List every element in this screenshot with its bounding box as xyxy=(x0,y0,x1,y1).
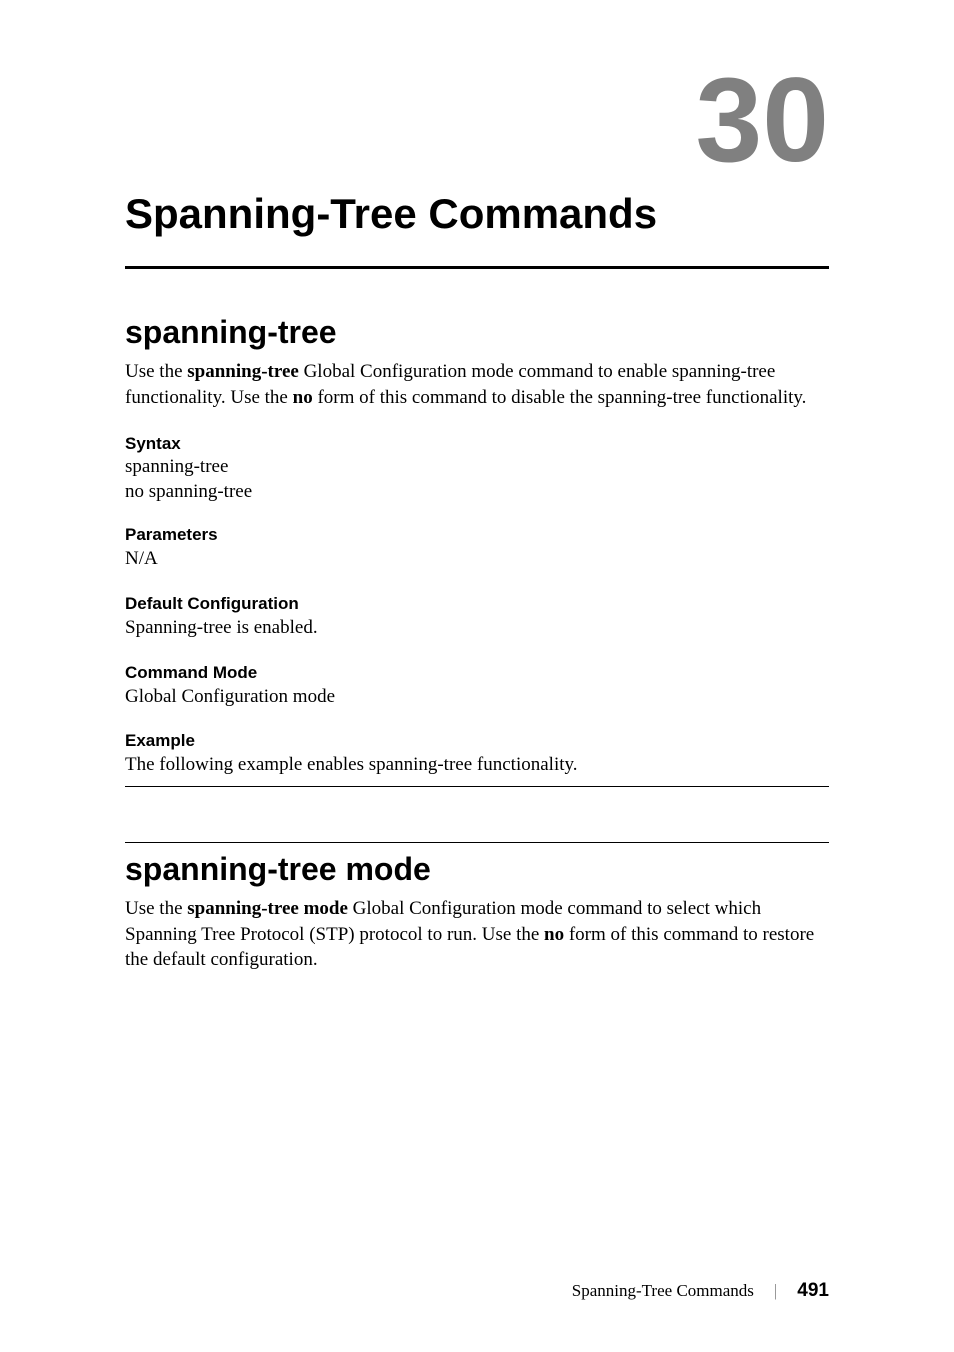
default-text: Spanning-tree is enabled. xyxy=(125,616,829,641)
syntax-line2: no spanning-tree xyxy=(125,481,829,503)
section1-intro: Use the spanning-tree Global Configurati… xyxy=(125,359,829,410)
footer-page-number: 491 xyxy=(797,1280,829,1302)
section-divider xyxy=(125,786,829,787)
intro-text: Use the xyxy=(125,898,187,919)
syntax-line1: spanning-tree xyxy=(125,456,829,478)
intro-text: Use the xyxy=(125,361,187,382)
intro-bold1: spanning-tree mode xyxy=(187,898,348,919)
default-heading: Default Configuration xyxy=(125,594,829,614)
command-mode-block: Command Mode Global Configuration mode xyxy=(125,663,829,710)
default-config-block: Default Configuration Spanning-tree is e… xyxy=(125,594,829,641)
example-heading: Example xyxy=(125,731,829,751)
parameters-heading: Parameters xyxy=(125,525,829,545)
title-divider xyxy=(125,266,829,269)
section-title-spanning-tree: spanning-tree xyxy=(125,314,829,351)
syntax-block: Syntax spanning-tree no spanning-tree xyxy=(125,434,829,503)
mode-text: Global Configuration mode xyxy=(125,685,829,710)
chapter-title: Spanning-Tree Commands xyxy=(125,190,829,238)
footer-divider: | xyxy=(774,1281,777,1301)
intro-bold2: no xyxy=(544,924,564,945)
section-title-spanning-tree-mode: spanning-tree mode xyxy=(125,851,829,888)
section-divider-top xyxy=(125,842,829,843)
intro-bold2: no xyxy=(293,387,313,408)
footer-section-name: Spanning-Tree Commands xyxy=(572,1281,754,1301)
mode-heading: Command Mode xyxy=(125,663,829,683)
syntax-heading: Syntax xyxy=(125,434,829,454)
parameters-text: N/A xyxy=(125,547,829,572)
chapter-number: 30 xyxy=(125,60,829,180)
page-footer: Spanning-Tree Commands | 491 xyxy=(572,1280,829,1302)
example-block: Example The following example enables sp… xyxy=(125,731,829,778)
intro-text: form of this command to disable the span… xyxy=(313,387,807,408)
intro-bold1: spanning-tree xyxy=(187,361,299,382)
parameters-block: Parameters N/A xyxy=(125,525,829,572)
section2-intro: Use the spanning-tree mode Global Config… xyxy=(125,896,829,973)
example-text: The following example enables spanning-t… xyxy=(125,753,829,778)
